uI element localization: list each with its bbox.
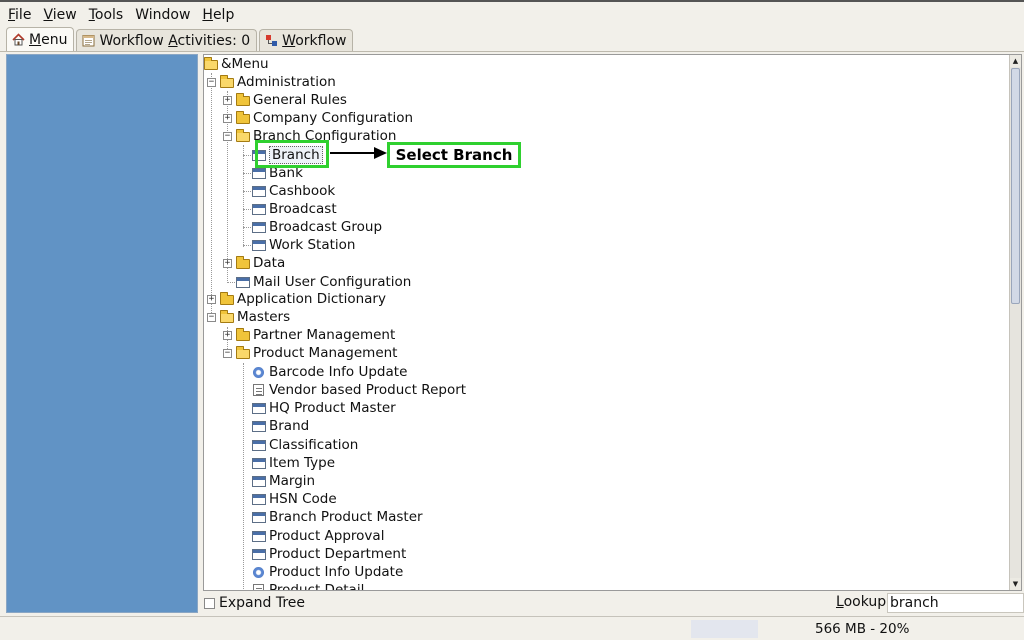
lookup-input[interactable] xyxy=(887,593,1024,613)
expand-tree-checkbox[interactable] xyxy=(204,597,215,609)
tree-connector xyxy=(211,73,212,319)
expand-toggle-icon[interactable]: + xyxy=(223,114,232,123)
folder-icon xyxy=(220,292,234,305)
menu-bar: File View Tools Window Help xyxy=(0,0,1024,28)
tree-node-cashbook[interactable]: Cashbook xyxy=(252,182,335,200)
process-gear-icon xyxy=(253,366,264,378)
memory-usage: 566 MB - 20% xyxy=(815,621,910,637)
tree-node-item-type[interactable]: Item Type xyxy=(252,454,335,472)
expand-toggle-icon[interactable]: + xyxy=(207,295,216,304)
tree-node-general-rules[interactable]: General Rules xyxy=(236,91,347,109)
collapse-toggle-icon[interactable]: − xyxy=(223,132,232,141)
select-branch-callout: Select Branch xyxy=(387,142,521,168)
tree-node-product-detail[interactable]: Product Detail xyxy=(252,581,364,590)
expand-tree-label[interactable]: Expand Tree xyxy=(219,595,305,611)
branch-highlight-box xyxy=(255,140,329,168)
collapse-toggle-icon[interactable]: − xyxy=(223,349,232,358)
tree-node-masters[interactable]: Masters xyxy=(220,308,290,326)
memory-indicator[interactable] xyxy=(691,620,758,638)
window-icon xyxy=(252,548,266,560)
tree-node-product-department[interactable]: Product Department xyxy=(252,545,406,563)
window-icon xyxy=(252,493,266,505)
menu-file[interactable]: File xyxy=(4,7,35,23)
tree-node-margin[interactable]: Margin xyxy=(252,472,315,490)
tree-node-administration[interactable]: Administration xyxy=(220,73,336,91)
home-icon xyxy=(12,33,25,46)
window-icon xyxy=(252,239,266,251)
menu-window[interactable]: Window xyxy=(131,7,194,23)
folder-icon xyxy=(236,328,250,341)
folder-icon xyxy=(236,256,250,269)
window-icon xyxy=(252,185,266,197)
window-icon xyxy=(252,511,266,523)
tree-node-data[interactable]: Data xyxy=(236,254,285,272)
tree-node-hq-product-master[interactable]: HQ Product Master xyxy=(252,399,396,417)
window-icon xyxy=(252,203,266,215)
window-icon xyxy=(252,457,266,469)
tree-node-brand[interactable]: Brand xyxy=(252,417,309,435)
folder-open-icon xyxy=(236,346,250,359)
tab-menu[interactable]: Menu xyxy=(6,27,75,51)
folder-open-icon xyxy=(204,57,218,70)
scroll-thumb[interactable] xyxy=(1011,68,1020,304)
scroll-up-icon[interactable]: ▲ xyxy=(1010,55,1021,67)
window-icon xyxy=(252,402,266,414)
tree-node-mail-user-configuration[interactable]: Mail User Configuration xyxy=(236,273,411,291)
report-icon xyxy=(253,384,264,396)
window-icon xyxy=(236,276,250,288)
window-icon xyxy=(252,530,266,542)
tree-scrollbar[interactable]: ▲ ▼ xyxy=(1009,55,1021,590)
tree-node-product-info-update[interactable]: Product Info Update xyxy=(252,563,403,581)
menu-tree: &Menu − Administration + General Rules +… xyxy=(204,55,1010,590)
tree-node-partner-management[interactable]: Partner Management xyxy=(236,326,395,344)
tab-workflow[interactable]: Workflow xyxy=(259,29,354,51)
expand-toggle-icon[interactable]: + xyxy=(223,259,232,268)
tree-node-broadcast[interactable]: Broadcast xyxy=(252,200,337,218)
tree-node-application-dictionary[interactable]: Application Dictionary xyxy=(220,290,386,308)
tree-node-work-station[interactable]: Work Station xyxy=(252,236,355,254)
window-icon xyxy=(252,439,266,451)
tree-node-product-management[interactable]: Product Management xyxy=(236,344,397,362)
expand-toggle-icon[interactable]: + xyxy=(223,331,232,340)
tree-bottom-bar: Expand Tree Lookup xyxy=(203,593,1024,613)
tab-workflow-activities[interactable]: Workflow Activities: 0 xyxy=(76,29,258,51)
tree-node-barcode-info-update[interactable]: Barcode Info Update xyxy=(252,363,407,381)
report-icon xyxy=(253,584,264,590)
tree-node-classification[interactable]: Classification xyxy=(252,436,358,454)
folder-open-icon xyxy=(236,129,250,142)
menu-tree-panel: &Menu − Administration + General Rules +… xyxy=(203,54,1022,591)
window-icon xyxy=(252,167,266,179)
collapse-toggle-icon[interactable]: − xyxy=(207,313,216,322)
tree-node-menu-root[interactable]: &Menu xyxy=(204,55,269,73)
tree-node-hsn-code[interactable]: HSN Code xyxy=(252,490,337,508)
window-icon xyxy=(252,475,266,487)
scroll-down-icon[interactable]: ▼ xyxy=(1010,578,1021,590)
process-gear-icon xyxy=(253,566,264,578)
tree-node-vendor-based-product-report[interactable]: Vendor based Product Report xyxy=(252,381,466,399)
window-icon xyxy=(252,221,266,233)
tree-node-broadcast-group[interactable]: Broadcast Group xyxy=(252,218,382,236)
folder-icon xyxy=(236,111,250,124)
tree-node-company-configuration[interactable]: Company Configuration xyxy=(236,109,413,127)
folder-open-icon xyxy=(220,75,234,88)
menu-tools[interactable]: Tools xyxy=(85,7,128,23)
left-side-panel xyxy=(6,54,198,613)
workflow-icon xyxy=(266,35,278,46)
folder-icon xyxy=(236,93,250,106)
window-icon xyxy=(252,420,266,432)
lookup-label: Lookup xyxy=(836,594,887,610)
tab-strip: Menu Workflow Activities: 0 Workflow xyxy=(0,27,1024,52)
menu-help[interactable]: Help xyxy=(198,7,238,23)
tree-connector xyxy=(243,363,244,590)
tree-node-branch-product-master[interactable]: Branch Product Master xyxy=(252,508,423,526)
activities-icon xyxy=(82,35,95,47)
tree-node-product-approval[interactable]: Product Approval xyxy=(252,527,384,545)
collapse-toggle-icon[interactable]: − xyxy=(207,78,216,87)
arrow-right-icon xyxy=(330,147,387,159)
menu-view[interactable]: View xyxy=(39,7,80,23)
tree-connector xyxy=(243,145,244,247)
expand-toggle-icon[interactable]: + xyxy=(223,96,232,105)
folder-open-icon xyxy=(220,310,234,323)
status-bar: 566 MB - 20% xyxy=(0,616,1024,640)
